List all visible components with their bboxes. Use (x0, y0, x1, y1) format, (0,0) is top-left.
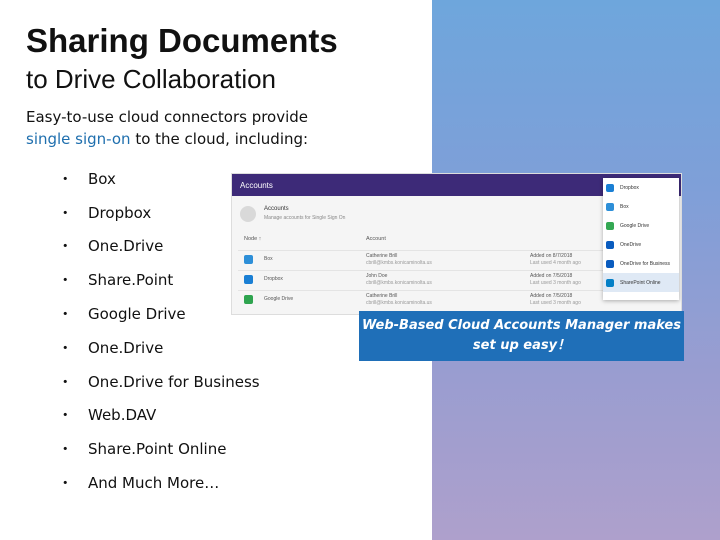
bullet-dot: • (62, 341, 69, 355)
list-item: • Share.Point Online (62, 440, 227, 459)
bullet-dot: • (62, 476, 69, 490)
google-drive-icon (606, 221, 614, 230)
sharepoint-icon (606, 278, 614, 287)
bullet-dot: • (62, 206, 69, 220)
table-row[interactable]: Google Drive Catherine Brill cbrill@kmbs… (238, 290, 603, 309)
accounts-manager-screenshot: Accounts Accounts Manage accounts for Si… (231, 173, 682, 315)
list-item: • Box (62, 169, 116, 188)
slide-title: Sharing Documents (26, 22, 338, 59)
onedrive-business-icon (606, 259, 614, 268)
screenshot-caption: Web-Based Cloud Accounts Manager makes s… (359, 311, 684, 361)
slide-subtitle: to Drive Collaboration (26, 64, 277, 94)
list-item: • One.Drive (62, 338, 164, 357)
list-item: • And Much More… (62, 474, 220, 493)
dropbox-icon (606, 183, 614, 192)
add-account-menu: Dropbox Box Google Drive OneDrive OneDri… (603, 178, 679, 300)
intro-line2: to the cloud, including: (130, 130, 309, 148)
box-icon (606, 202, 614, 211)
menu-item-sharepoint-online[interactable]: SharePoint Online (603, 273, 679, 292)
dropbox-icon (244, 275, 253, 284)
intro-text: Easy-to-use cloud connectors provide sin… (26, 106, 406, 150)
bullet-dot: • (62, 442, 69, 456)
intro-highlight: single sign-on (26, 130, 131, 148)
list-item: • One.Drive (62, 237, 164, 256)
menu-item-google-drive[interactable]: Google Drive (603, 216, 679, 235)
menu-item-box[interactable]: Box (603, 197, 679, 216)
accounts-header: Accounts Manage accounts for Single Sign… (238, 204, 598, 228)
box-icon (244, 255, 253, 264)
list-item: • Share.Point (62, 271, 174, 290)
menu-item-onedrive-business[interactable]: OneDrive for Business (603, 254, 679, 273)
onedrive-icon (606, 240, 614, 249)
menu-item-onedrive[interactable]: OneDrive (603, 235, 679, 254)
list-item: • One.Drive for Business (62, 372, 260, 391)
bullet-dot: • (62, 375, 69, 389)
col-account[interactable]: Account (366, 236, 386, 242)
menu-item-dropbox[interactable]: Dropbox (603, 178, 679, 197)
intro-line1: Easy-to-use cloud connectors provide (26, 108, 309, 126)
list-item: • Web.DAV (62, 406, 157, 425)
bullet-dot: • (62, 273, 69, 287)
bullet-dot: • (62, 307, 69, 321)
bullet-dot: • (62, 239, 69, 253)
table-row[interactable]: Box Catherine Brill cbrill@kmbs.konicami… (238, 250, 603, 269)
google-drive-icon (244, 295, 253, 304)
list-item: • Google Drive (62, 305, 186, 324)
bullet-dot: • (62, 408, 69, 422)
list-item: • Dropbox (62, 203, 152, 222)
col-node[interactable]: Node ↑ (244, 236, 261, 242)
accounts-avatar-icon (240, 206, 256, 222)
bullet-dot: • (62, 172, 69, 186)
connector-list: • Box • Dropbox • One.Drive • Share.Point • G… (62, 162, 260, 500)
table-row[interactable]: Dropbox John Doe cbrill@kmbs.konicaminol… (238, 270, 603, 289)
